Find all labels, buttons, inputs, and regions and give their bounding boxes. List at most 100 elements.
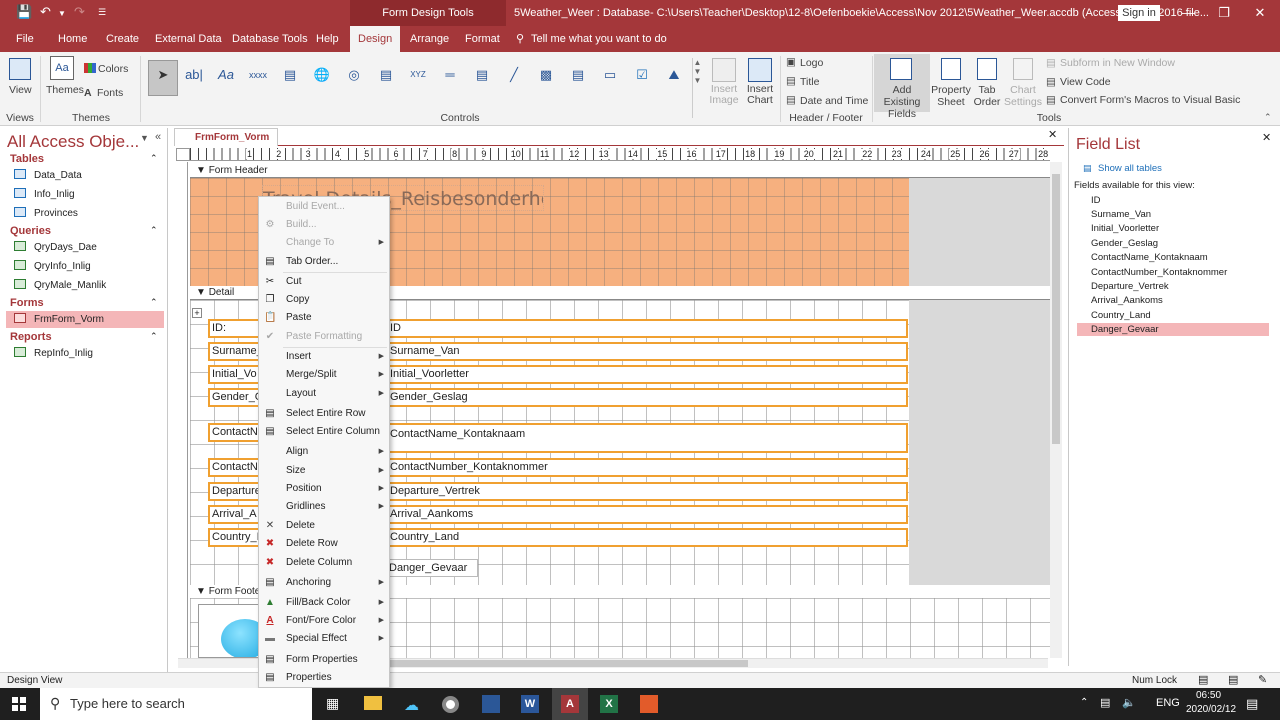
menu-gridlines[interactable]: Gridlines ▶ — [259, 498, 389, 516]
show-all-tables-link[interactable]: Show all tables — [1098, 163, 1162, 174]
label-arrival[interactable]: Arrival_A — [208, 505, 260, 524]
taskbar-search-box[interactable]: Type here to search — [40, 688, 312, 720]
themes-icon[interactable]: Aa — [50, 56, 74, 80]
web-browser-control-icon[interactable]: ◎ — [340, 60, 368, 88]
windows-start-icon[interactable] — [12, 697, 26, 711]
menu-paste[interactable]: 📋 Paste — [259, 309, 389, 327]
design-view-icon[interactable]: ✎ — [1258, 673, 1267, 688]
tab-home[interactable]: Home — [58, 26, 87, 52]
menu-delete[interactable]: ✕ Delete — [259, 517, 389, 535]
field-contactnumber[interactable]: ContactNumber_Kontaknommer — [384, 458, 908, 477]
logo-button[interactable]: Logo — [800, 57, 823, 69]
collapse-queries-icon[interactable]: ⌃ — [150, 225, 158, 236]
menu-merge-split[interactable]: Merge/Split ▶ — [259, 366, 389, 384]
collapse-forms-icon[interactable]: ⌃ — [150, 297, 158, 308]
snip-app-icon[interactable] — [640, 695, 658, 713]
field-departure[interactable]: Departure_Vertrek — [384, 482, 908, 501]
menu-properties[interactable]: ▤ Properties — [259, 669, 389, 687]
menu-tab-order[interactable]: ▤ Tab Order... — [259, 253, 389, 271]
convert-macros-button[interactable]: Convert Form's Macros to Visual Basic — [1060, 94, 1240, 106]
collapse-tables-icon[interactable]: ⌃ — [150, 153, 158, 164]
label-surname[interactable]: Surname_ — [208, 342, 260, 361]
image-control-icon[interactable]: ⛰ — [660, 60, 688, 88]
insert-chart-button[interactable]: Insert Chart — [742, 84, 778, 106]
menu-cut[interactable]: ✂ Cut — [259, 273, 389, 291]
menu-insert[interactable]: Insert ▶ — [259, 348, 389, 366]
select-pointer-icon[interactable]: ➤ — [148, 60, 178, 96]
field-list-item-id[interactable]: ID — [1077, 194, 1269, 207]
menu-select-entire-column[interactable]: ▤ Select Entire Column — [259, 423, 389, 441]
close-document-icon[interactable]: ✕ — [1048, 128, 1057, 141]
view-code-button[interactable]: View Code — [1060, 76, 1111, 88]
button-control-icon[interactable]: xxxx — [244, 60, 272, 88]
tab-help[interactable]: Help — [316, 26, 339, 52]
view-button[interactable]: View — [9, 84, 32, 96]
speaker-icon[interactable]: 🔈 — [1122, 696, 1136, 709]
field-danger[interactable]: Danger_Gevaar — [384, 559, 478, 577]
page-break-icon[interactable]: ═ — [436, 60, 464, 88]
scrollbar-thumb[interactable] — [388, 660, 748, 667]
file-explorer-icon[interactable] — [364, 696, 382, 710]
chrome-icon[interactable] — [442, 696, 459, 713]
field-contactname[interactable]: ContactName_Kontaknaam — [384, 423, 908, 453]
tab-frmform-vorm[interactable]: FrmForm_Vorm — [174, 128, 279, 146]
minimize-button[interactable]: — — [1170, 0, 1206, 26]
themes-button[interactable]: Themes — [46, 84, 84, 96]
tab-control-icon[interactable]: ▤ — [276, 60, 304, 88]
menu-size[interactable]: Size ▶ — [259, 462, 389, 480]
date-time-button[interactable]: Date and Time — [800, 95, 868, 107]
vscrollbar-thumb[interactable] — [1052, 174, 1060, 444]
close-window-button[interactable]: ✕ — [1242, 0, 1278, 26]
nav-section-queries[interactable]: Queries — [10, 225, 51, 237]
title-button[interactable]: Title — [800, 76, 819, 88]
save-icon[interactable]: 💾 — [16, 4, 32, 20]
insert-chart-icon[interactable] — [748, 58, 772, 82]
clock-date[interactable]: 2020/02/12 — [1186, 704, 1236, 715]
nav-item-frmform-vorm[interactable]: FrmForm_Vorm — [6, 311, 164, 328]
menu-form-properties[interactable]: ▤ Form Properties — [259, 651, 389, 669]
field-country[interactable]: Country_Land — [384, 528, 908, 547]
field-list-item-contactnumber[interactable]: ContactNumber_Kontaknommer — [1077, 266, 1269, 279]
menu-delete-column[interactable]: ✖ Delete Column — [259, 554, 389, 572]
language-indicator[interactable]: ENG — [1156, 697, 1180, 709]
clock-time[interactable]: 06:50 — [1196, 690, 1221, 701]
menu-fill-back-color[interactable]: ▲ Fill/Back Color ▶ — [259, 594, 389, 612]
word-icon[interactable]: W — [521, 695, 539, 713]
network-icon[interactable]: ▤ — [1100, 696, 1110, 709]
field-list-item-arrival[interactable]: Arrival_Aankoms — [1077, 294, 1269, 307]
nav-section-reports[interactable]: Reports — [10, 331, 52, 343]
label-departure[interactable]: Departure — [208, 482, 260, 501]
toggle-button-icon[interactable]: ▩ — [532, 60, 560, 88]
label-contactnumber[interactable]: ContactN — [208, 458, 260, 477]
nav-dropdown-icon[interactable]: ▼ — [140, 133, 149, 143]
colors-button[interactable]: Colors — [98, 63, 128, 75]
nav-item-qrydays-dae[interactable]: QryDays_Dae — [14, 239, 164, 256]
weather-image[interactable] — [198, 604, 260, 658]
field-list-item-initial[interactable]: Initial_Voorletter — [1077, 222, 1269, 235]
field-list-item-departure[interactable]: Departure_Vertrek — [1077, 280, 1269, 293]
field-list-item-surname[interactable]: Surname_Van — [1077, 208, 1269, 221]
navigation-control-icon[interactable]: ▤ — [372, 60, 400, 88]
hyperlink-control-icon[interactable]: 🌐 — [308, 60, 336, 88]
field-list-item-gender[interactable]: Gender_Geslag — [1077, 237, 1269, 250]
tab-create[interactable]: Create — [106, 26, 139, 52]
shutter-bar-icon[interactable]: « — [155, 131, 161, 143]
excel-icon[interactable]: X — [600, 695, 618, 713]
tab-external-data[interactable]: External Data — [155, 26, 222, 52]
combo-box-icon[interactable]: ▤ — [468, 60, 496, 88]
form-header-bar[interactable]: ▼ Form Header — [190, 164, 1050, 178]
collapse-reports-icon[interactable]: ⌃ — [150, 331, 158, 342]
field-surname[interactable]: Surname_Van — [384, 342, 908, 361]
tell-me-search[interactable]: Tell me what you want to do — [531, 26, 667, 52]
undo-dropdown-icon[interactable]: ▼ — [58, 9, 66, 18]
form-selector[interactable] — [176, 148, 190, 161]
checkbox-control-icon[interactable]: ☑ — [628, 60, 656, 88]
list-box-icon[interactable]: ▤ — [564, 60, 592, 88]
label-control-icon[interactable]: Aa — [212, 60, 240, 88]
nav-title[interactable]: All Access Obje... — [7, 132, 139, 152]
nav-section-tables[interactable]: Tables — [10, 153, 44, 165]
tray-chevron-icon[interactable]: ⌃ — [1080, 697, 1088, 708]
field-id[interactable]: ID — [384, 319, 908, 338]
tab-format[interactable]: Format — [465, 26, 500, 52]
nav-section-forms[interactable]: Forms — [10, 297, 44, 309]
